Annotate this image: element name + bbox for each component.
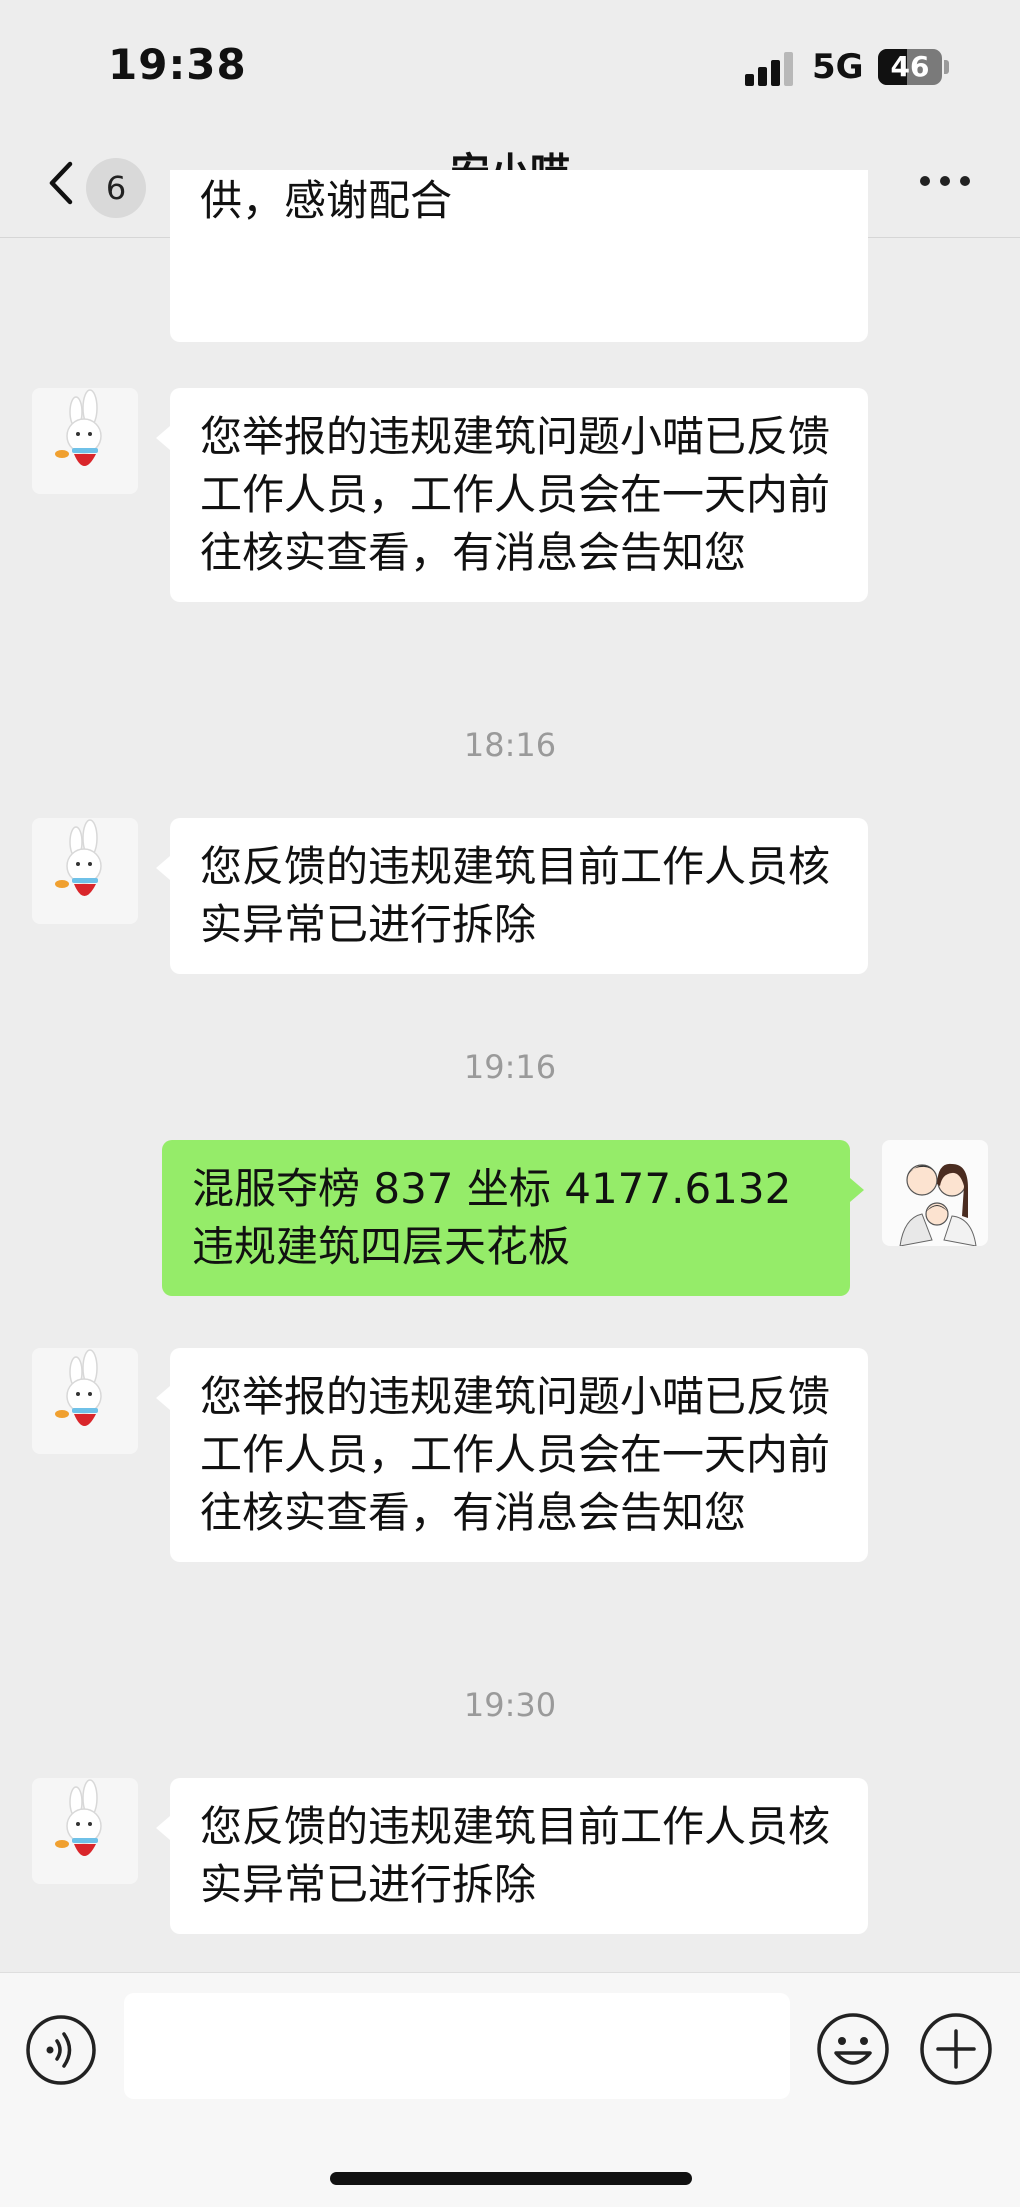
- message-text: 混服夺榜 837 坐标 4177.6132 违规建筑四层天花板: [192, 1164, 792, 1271]
- battery-level: 46: [890, 50, 930, 83]
- incoming-message-bubble[interactable]: 您反馈的违规建筑目前工作人员核实异常已进行拆除: [156, 1778, 868, 1934]
- timestamp: 19:30: [463, 1686, 557, 1724]
- message-text: 您举报的违规建筑问题小喵已反馈工作人员，工作人员会在一天内前往核实查看，有消息会…: [200, 412, 831, 577]
- emoji-icon[interactable]: [815, 2011, 891, 2087]
- status-bar: 19:38 5G 46: [0, 0, 1020, 130]
- couple-cartoon-avatar[interactable]: [882, 1140, 988, 1246]
- bunny-mascot-avatar[interactable]: [32, 388, 138, 494]
- bunny-mascot-avatar[interactable]: [32, 1348, 138, 1454]
- message-text: 您反馈的违规建筑目前工作人员核实异常已进行拆除: [200, 1802, 831, 1909]
- status-time: 19:38: [108, 40, 247, 89]
- incoming-message-bubble[interactable]: 您举报的违规建筑问题小喵已反馈工作人员，工作人员会在一天内前往核实查看，有消息会…: [156, 388, 868, 602]
- plus-icon[interactable]: [918, 2011, 994, 2087]
- outgoing-message-bubble[interactable]: 混服夺榜 837 坐标 4177.6132 违规建筑四层天花板: [162, 1140, 864, 1296]
- timestamp: 19:16: [463, 1048, 557, 1086]
- incoming-message-bubble[interactable]: 您举报的违规建筑问题小喵已反馈工作人员，工作人员会在一天内前往核实查看，有消息会…: [156, 1348, 868, 1562]
- message-text: 您举报的违规建筑问题小喵已反馈工作人员，工作人员会在一天内前往核实查看，有消息会…: [200, 1372, 831, 1537]
- home-indicator[interactable]: [330, 2172, 692, 2185]
- network-type: 5G: [812, 47, 864, 87]
- bunny-mascot-avatar[interactable]: [32, 1778, 138, 1884]
- voice-icon[interactable]: [24, 2013, 98, 2087]
- incoming-message-bubble[interactable]: 元常感反馈，后续举报还请您提供，感谢配合: [170, 170, 868, 342]
- bunny-mascot-avatar[interactable]: [32, 818, 138, 924]
- battery-tip: [944, 60, 949, 74]
- message-input[interactable]: [124, 1993, 790, 2099]
- battery-icon: 46: [878, 49, 942, 85]
- message-text: 您反馈的违规建筑目前工作人员核实异常已进行拆除: [200, 842, 831, 949]
- timestamp: 18:16: [463, 726, 557, 764]
- incoming-message-bubble[interactable]: 您反馈的违规建筑目前工作人员核实异常已进行拆除: [156, 818, 868, 974]
- chat-screen: 19:38 5G 46 6 安小喵 英雄游戏 元常感反馈，后续举报还请您提供，感…: [0, 0, 1020, 2207]
- signal-strength-icon: [745, 52, 801, 86]
- more-dots-icon[interactable]: [920, 176, 972, 188]
- message-text: 元常感反馈，后续举报还请您提供，感谢配合: [200, 176, 453, 225]
